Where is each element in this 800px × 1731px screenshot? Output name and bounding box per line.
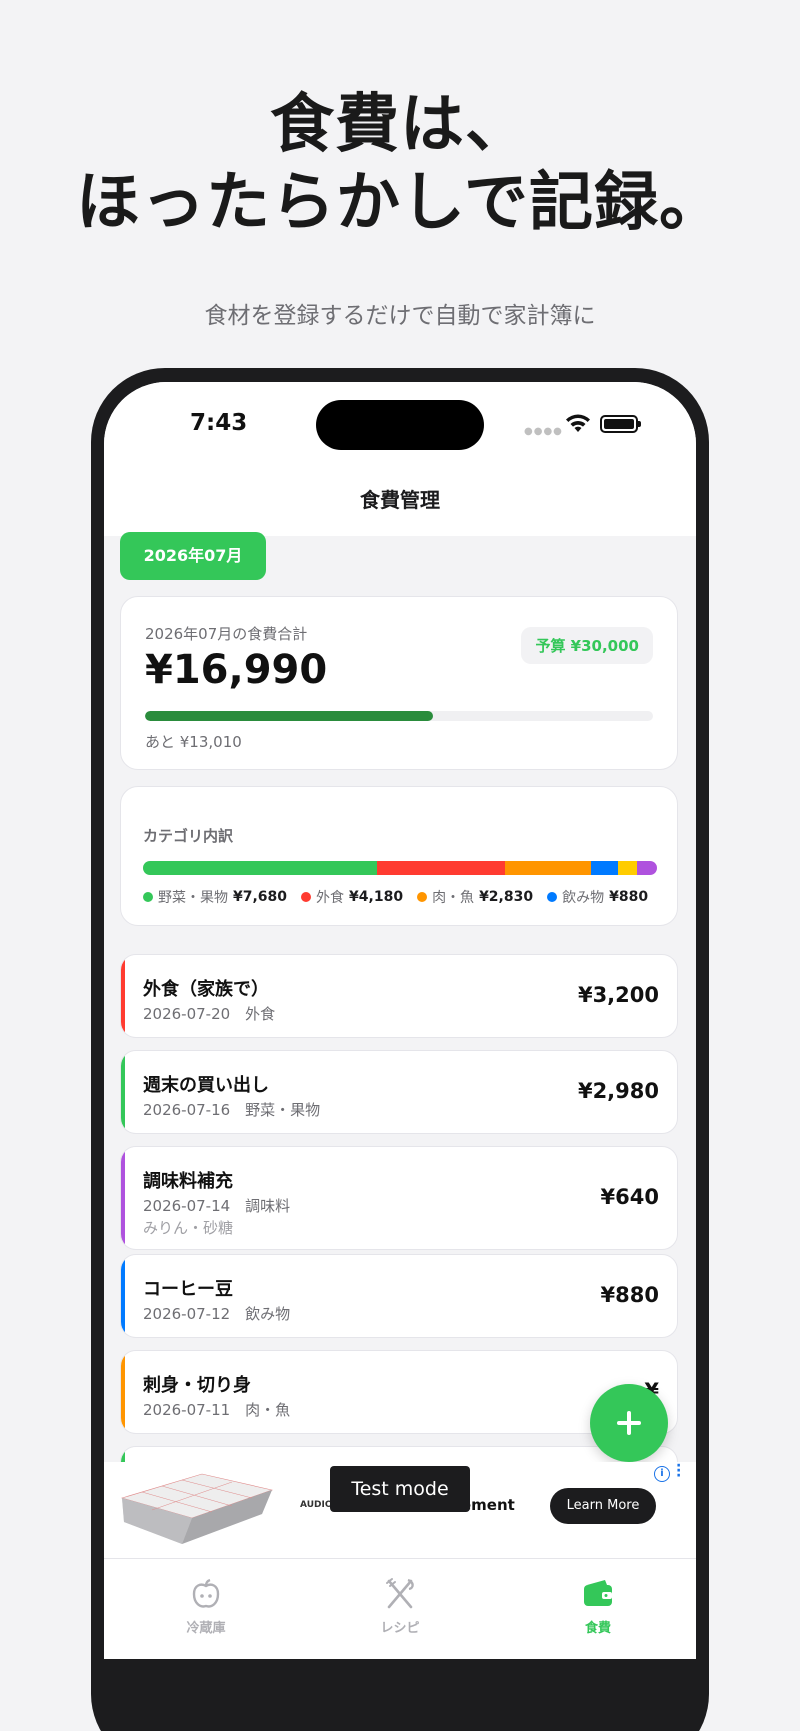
phone-frame: 7:43 ●●●● 食費管理 2026年07月 2026年07月の食費合計 ¥1… [91,368,709,1731]
legend-label: 肉・魚 [432,890,475,906]
category-segment [591,861,618,875]
category-color-stripe [121,1051,125,1133]
expense-amount: ¥880 [600,1283,659,1307]
expense-note: みりん・砂糖 [143,1219,234,1237]
tab-food-expense[interactable]: 食費 [538,1577,658,1636]
category-segment [143,861,378,875]
ad-more-icon[interactable]: · · · [676,1459,682,1483]
remaining-budget: あと ¥13,010 [145,733,242,751]
tab-recipe-label: レシピ [380,1621,420,1636]
summary-label: 2026年07月の食費合計 [145,625,308,643]
legend-item: 飲み物 ¥880 [547,887,648,907]
add-expense-button[interactable] [590,1384,668,1462]
expense-list-item[interactable]: 外食（家族で） 2026-07-20 外食 ¥3,200 [120,954,678,1038]
legend-item: 野菜・果物 ¥7,680 [143,887,287,907]
tab-bar: 冷蔵庫 レシピ 食費 [104,1558,696,1659]
expense-list-item[interactable]: 調味料補充 2026-07-14 調味料 みりん・砂糖 ¥640 [120,1146,678,1250]
category-segment [617,861,638,875]
category-breakdown-card: カテゴリ内訳 野菜・果物 ¥7,680 外食 ¥4,180 肉・魚 ¥2,830 飲み物 ¥8… [120,786,678,926]
summary-total: ¥16,990 [145,647,328,693]
category-breakdown-title: カテゴリ内訳 [143,827,234,845]
legend-dot [301,892,312,902]
legend-amount: ¥7,680 [233,889,288,905]
ad-brand-logo: AUDIO [300,1500,333,1510]
battery-icon [600,415,641,433]
category-color-stripe [121,1351,125,1433]
legend-item: 肉・魚 ¥2,830 [417,887,533,907]
legend-amount: ¥4,180 [349,889,404,905]
tab-food-expense-label: 食費 [584,1621,611,1636]
monthly-summary-card: 2026年07月の食費合計 ¥16,990 予算 ¥30,000 あと ¥13,… [120,596,678,770]
tab-fridge-label: 冷蔵庫 [186,1621,226,1636]
expense-meta: 2026-07-14 調味料 [143,1197,291,1215]
legend-dot [547,892,558,902]
tab-fridge[interactable]: 冷蔵庫 [146,1577,266,1636]
category-legend: 野菜・果物 ¥7,680 外食 ¥4,180 肉・魚 ¥2,830 飲み物 ¥880 [143,887,673,907]
expense-meta: 2026-07-12 飲み物 [143,1305,291,1323]
cellular-signal-icon: ●●●● [524,426,563,437]
expense-name: コーヒー豆 [143,1279,233,1300]
expense-name: 調味料補充 [143,1171,233,1192]
legend-dot [417,892,428,902]
expense-name: 刺身・切り身 [143,1375,251,1396]
month-selector-button[interactable]: 2026年07月 [120,532,266,580]
legend-amount: ¥880 [609,889,649,905]
expense-list-item[interactable]: 週末の買い出し 2026-07-16 野菜・果物 ¥2,980 [120,1050,678,1134]
expense-meta: 2026-07-16 野菜・果物 [143,1101,321,1119]
expense-amount: ¥2,980 [577,1079,659,1103]
expense-amount: ¥640 [600,1185,659,1209]
promo-headline-line2: ほったらかしで記録。 [75,166,725,240]
budget-progress-fill [145,711,433,721]
fridge-apple-icon [192,1578,220,1608]
budget-badge[interactable]: 予算 ¥30,000 [521,627,653,664]
dynamic-island [316,400,484,450]
expense-name: 週末の買い出し [143,1075,269,1096]
expense-list-item[interactable]: コーヒー豆 2026-07-12 飲み物 ¥880 [120,1254,678,1338]
ad-test-mode-label: Test mode [330,1466,470,1512]
promo-headline-line1: 食費は、 [270,88,530,162]
legend-label: 外食 [316,890,345,906]
category-color-stripe [121,955,125,1037]
expense-meta: 2026-07-11 肉・魚 [143,1401,291,1419]
legend-label: 野菜・果物 [158,890,228,906]
category-segment [377,861,505,875]
wifi-icon [566,414,590,432]
expense-amount: ¥3,200 [577,983,659,1007]
expense-name: 外食（家族で） [143,979,269,1000]
ad-banner[interactable]: AUDIO surement Test mode Learn More i · ·… [104,1459,696,1558]
status-bar: 7:43 ●●●● [104,382,696,472]
phone-screen: 7:43 ●●●● 食費管理 2026年07月 2026年07月の食費合計 ¥1… [104,382,696,1659]
promo-subheadline: 食材を登録するだけで自動で家計簿に [204,303,596,329]
legend-item: 外食 ¥4,180 [301,887,403,907]
fork-knife-icon [386,1578,414,1609]
status-time: 7:43 [190,410,248,436]
ad-learn-more-button[interactable]: Learn More [550,1488,656,1524]
expense-meta: 2026-07-20 外食 [143,1005,276,1023]
category-segment [637,861,657,875]
budget-progress-bar [145,711,653,721]
promo-headline: 食費は、 ほったらかしで記録。 [0,86,800,242]
category-stacked-bar [143,861,657,875]
tab-recipe[interactable]: レシピ [340,1577,460,1636]
category-color-stripe [121,1147,125,1249]
ad-info-icon[interactable]: i [654,1466,670,1482]
category-color-stripe [121,1255,125,1337]
legend-amount: ¥2,830 [479,889,534,905]
ad-product-image [120,1473,274,1544]
category-segment [504,861,592,875]
legend-dot [143,892,153,902]
legend-label: 飲み物 [562,890,605,906]
wallet-icon [584,1580,612,1606]
page-title: 食費管理 [104,472,696,536]
